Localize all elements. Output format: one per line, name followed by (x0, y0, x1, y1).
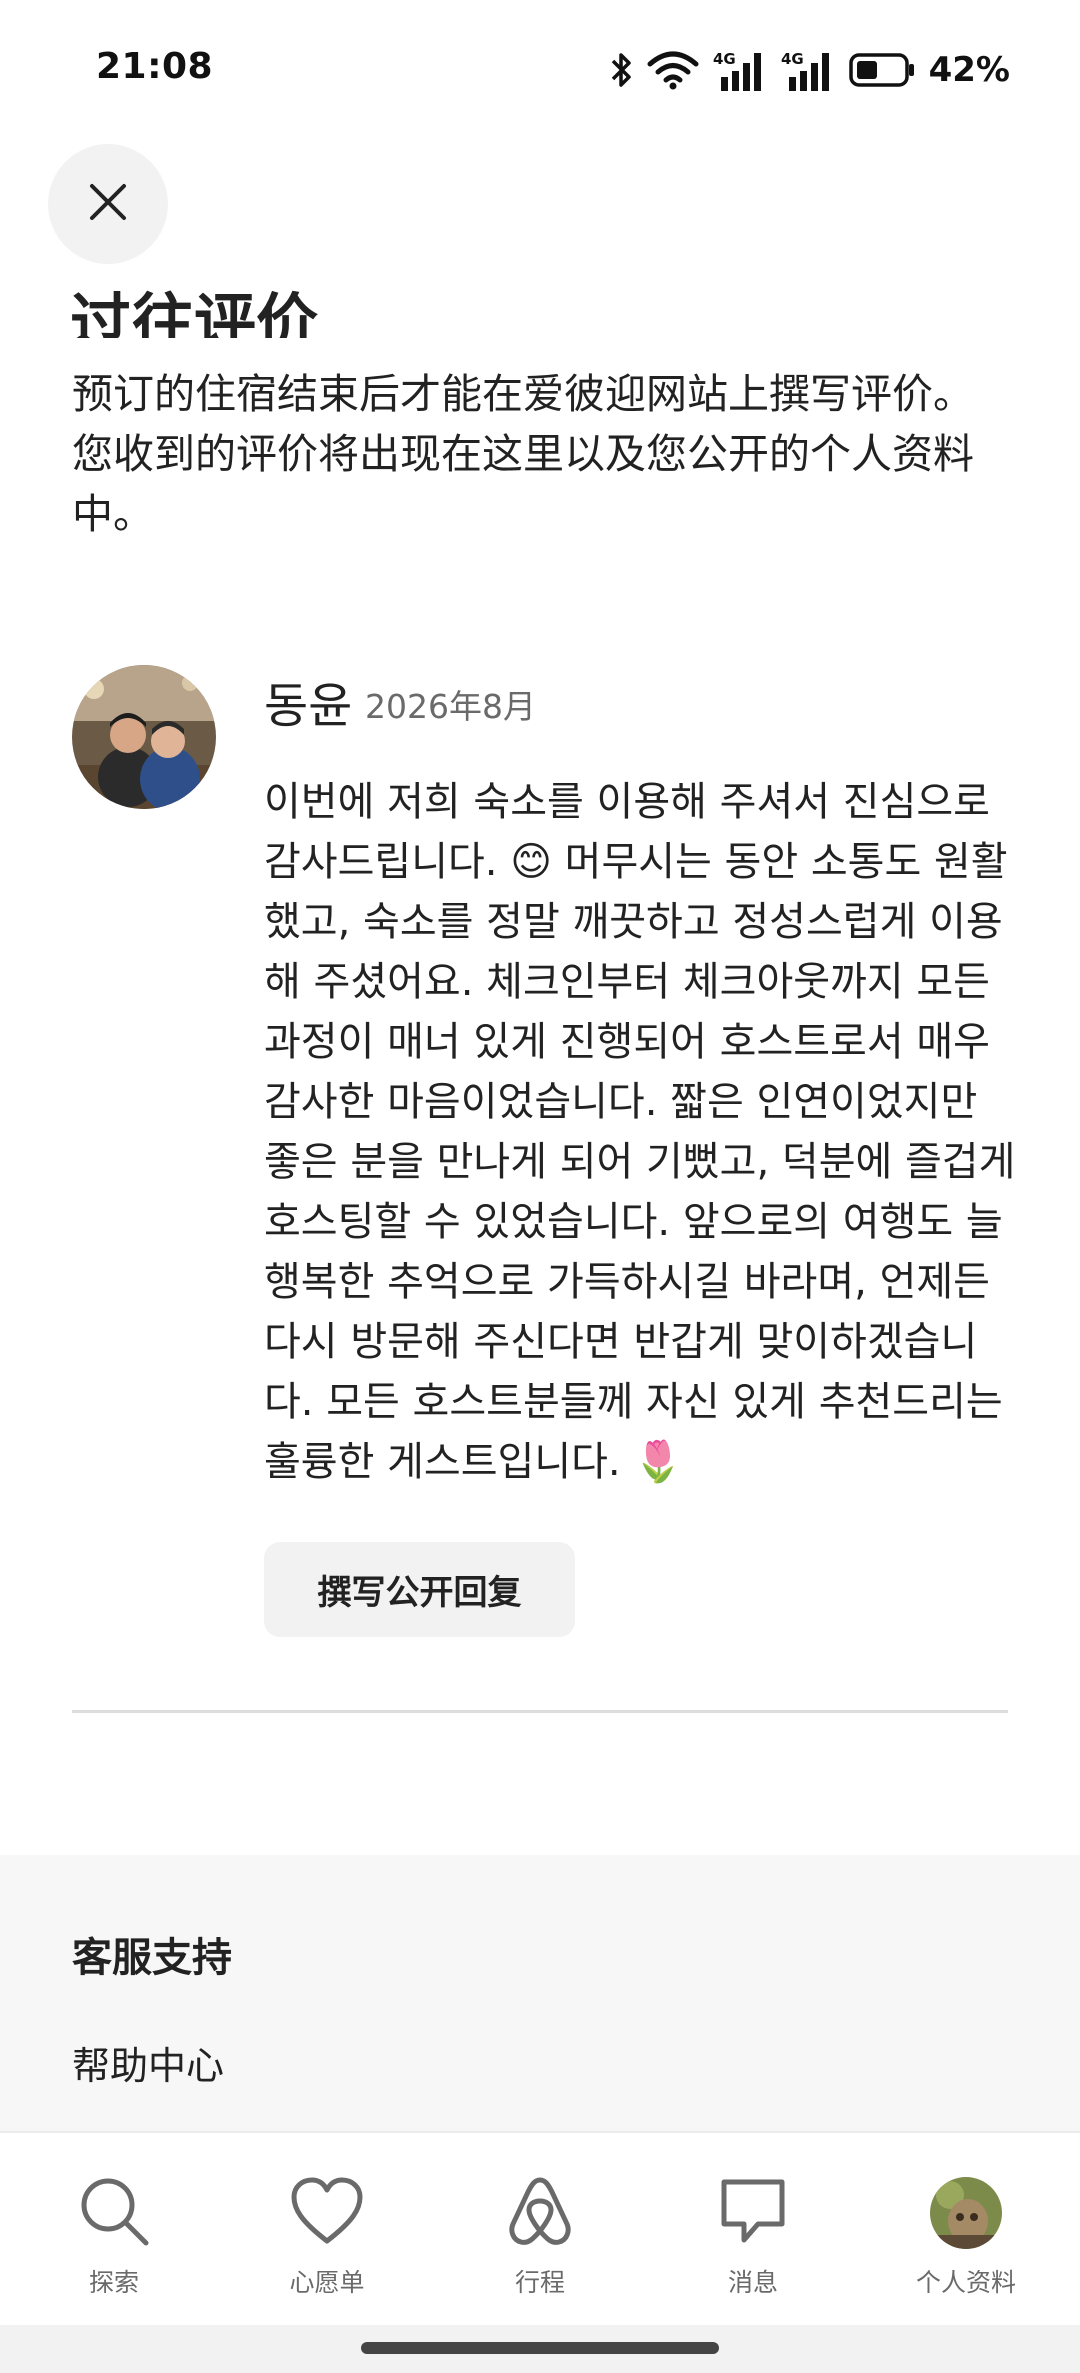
reviewer-name: 동윤 (264, 678, 353, 734)
airbnb-logo-icon (507, 2174, 573, 2252)
status-icons: 4G 4G 42% (609, 46, 1010, 94)
gesture-area (0, 2325, 1080, 2373)
nav-label: 行程 (514, 2268, 565, 2297)
write-public-reply-button[interactable]: 撰写公开回复 (264, 1542, 575, 1637)
status-bar: 21:08 4G 4G 42% (0, 0, 1080, 140)
bottom-navigation: 探索 心愿单 行程 消息 个人资料 (0, 2131, 1080, 2325)
nav-label: 个人资料 (915, 2268, 1016, 2297)
nav-messages[interactable]: 消息 (663, 2173, 843, 2313)
support-title: 客服支持 (72, 1935, 232, 1981)
nav-label: 消息 (727, 2268, 778, 2297)
signal-4g-icon: 4G (781, 49, 835, 91)
search-icon (78, 2175, 150, 2251)
home-gesture-bar[interactable] (361, 2342, 719, 2354)
divider (72, 1710, 1008, 1713)
review-date: 2026年8月 (365, 687, 536, 726)
profile-avatar (930, 2177, 1002, 2249)
nav-label: 心愿单 (289, 2268, 365, 2297)
battery-icon (848, 53, 915, 87)
close-button[interactable] (48, 144, 168, 264)
help-center-link[interactable]: 帮助中心 (72, 2035, 224, 2090)
page-title: 过往评价 (70, 286, 319, 338)
heart-icon (291, 2177, 363, 2249)
nav-profile[interactable]: 个人资料 (876, 2173, 1056, 2313)
svg-text:4G: 4G (781, 50, 804, 68)
nav-wishlist[interactable]: 心愿单 (237, 2173, 417, 2313)
message-icon (718, 2176, 788, 2250)
status-time: 21:08 (96, 46, 214, 87)
bluetooth-icon (609, 51, 633, 89)
reviewer-avatar[interactable] (72, 665, 216, 809)
close-icon (88, 182, 128, 226)
nav-label: 探索 (88, 2268, 139, 2297)
wifi-icon (647, 50, 699, 90)
nav-trips[interactable]: 行程 (450, 2173, 630, 2313)
page-title-container: 过往评价 (70, 228, 670, 338)
intro-text: 预订的住宿结束后才能在爱彼迎网站上撰写评价。您收到的评价将出现在这里以及您公开的… (72, 370, 974, 538)
signal-4g-icon: 4G (713, 49, 767, 91)
svg-text:4G: 4G (713, 50, 736, 68)
review-text: 이번에 저희 숙소를 이용해 주셔서 진심으로 감사드립니다. 😊 머무시는 동… (264, 779, 1016, 1485)
support-section: 客服支持 帮助中心 (0, 1855, 1080, 2135)
nav-explore[interactable]: 探索 (24, 2173, 204, 2313)
battery-percentage: 42% (928, 50, 1010, 90)
